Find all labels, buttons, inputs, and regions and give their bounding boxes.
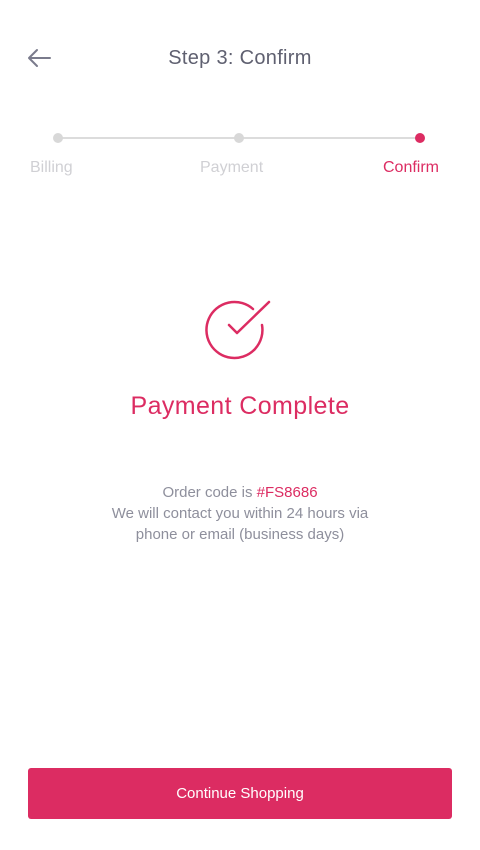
contact-line-1: We will contact you within 24 hours via — [111, 505, 369, 522]
step-dot-confirm — [415, 133, 425, 143]
step-dot-billing — [53, 133, 63, 143]
step-payment[interactable]: Payment — [200, 159, 263, 177]
order-code-label: Order code is — [162, 484, 257, 501]
contact-line-2: phone or email (business days) — [135, 526, 345, 543]
page-title: Step 3: Confirm — [168, 47, 312, 69]
continue-shopping-button[interactable]: Continue Shopping — [28, 768, 452, 819]
step-dot-payment — [234, 133, 244, 143]
order-code: #FS8686 — [256, 484, 318, 501]
step-confirm[interactable]: Confirm — [383, 159, 439, 177]
step-billing[interactable]: Billing — [30, 159, 73, 177]
order-info: Order code is #FS8686 We will contact yo… — [0, 482, 480, 545]
payment-complete-heading: Payment Complete — [130, 392, 350, 420]
check-circle-icon — [205, 300, 271, 360]
